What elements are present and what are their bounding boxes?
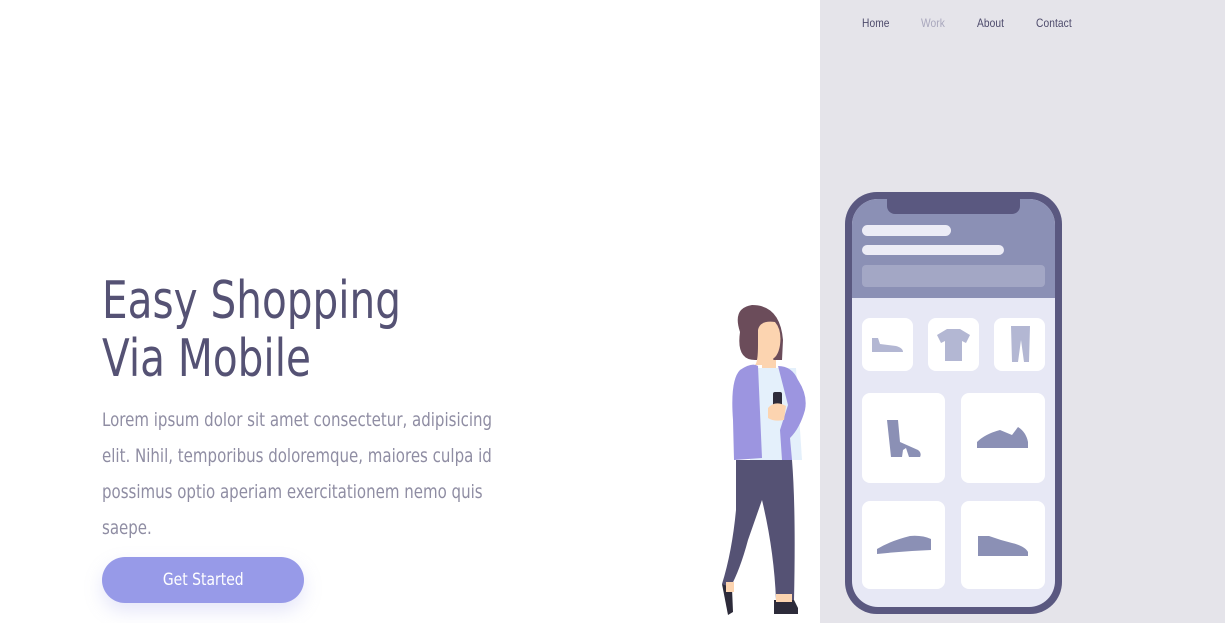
- phone-illustration: [845, 192, 1062, 614]
- get-started-label: Get Started: [162, 570, 244, 590]
- product-card-shoe[interactable]: [862, 318, 913, 371]
- nav-link-home[interactable]: Home: [862, 16, 890, 30]
- get-started-button[interactable]: Get Started: [102, 557, 304, 603]
- nav-link-contact[interactable]: Contact: [1036, 16, 1072, 30]
- nav-link-work[interactable]: Work: [921, 16, 945, 30]
- hero-title: Easy Shopping Via Mobile: [102, 272, 401, 388]
- hero-title-line-1: Easy Shopping: [102, 271, 401, 331]
- woman-with-phone-illustration: [722, 305, 806, 615]
- hero-title-line-2: Via Mobile: [102, 329, 311, 389]
- nav-link-about[interactable]: About: [977, 16, 1004, 30]
- hero-description: Lorem ipsum dolor sit amet consectetur, …: [102, 409, 493, 539]
- shopping-illustration: [722, 192, 1062, 615]
- product-card-boot[interactable]: [862, 393, 945, 483]
